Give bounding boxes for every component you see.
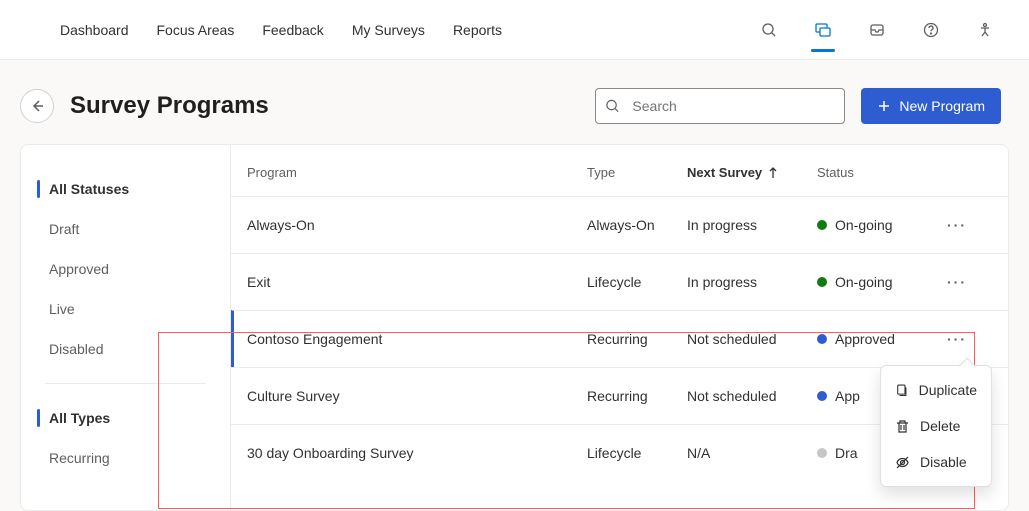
eye-off-icon xyxy=(895,455,910,470)
page-title: Survey Programs xyxy=(70,92,269,120)
sidebar-item-draft[interactable]: Draft xyxy=(21,209,230,249)
status-dot-icon xyxy=(817,277,827,287)
nav-link-reports[interactable]: Reports xyxy=(453,22,502,38)
search-input[interactable] xyxy=(595,88,845,124)
accessibility-icon xyxy=(977,22,993,38)
content: Program Type Next Survey Status Always-O… xyxy=(230,144,1009,511)
nav-link-dashboard[interactable]: Dashboard xyxy=(60,22,129,38)
row-actions-button[interactable]: ··· xyxy=(947,331,967,347)
cell-next: N/A xyxy=(687,445,817,461)
cell-next: Not scheduled xyxy=(687,331,817,347)
sidebar-item-recurring[interactable]: Recurring xyxy=(21,438,230,478)
status-label: On-going xyxy=(835,274,893,290)
cell-status: On-going xyxy=(817,274,937,290)
cell-type: Recurring xyxy=(587,331,687,347)
table-row[interactable]: ExitLifecycleIn progress On-going ··· xyxy=(231,253,1008,310)
column-type[interactable]: Type xyxy=(587,165,687,180)
top-nav: Dashboard Focus Areas Feedback My Survey… xyxy=(0,0,1029,60)
inbox-icon xyxy=(869,22,885,38)
column-next-survey[interactable]: Next Survey xyxy=(687,165,817,180)
status-dot-icon xyxy=(817,334,827,344)
menu-item-disable[interactable]: Disable xyxy=(881,444,991,480)
status-dot-icon xyxy=(817,220,827,230)
nav-links: Dashboard Focus Areas Feedback My Survey… xyxy=(60,22,502,38)
status-dot-icon xyxy=(817,448,827,458)
menu-item-duplicate[interactable]: Duplicate xyxy=(881,372,991,408)
cell-program: Exit xyxy=(247,274,587,290)
status-label: On-going xyxy=(835,217,893,233)
sidebar-group-statuses: All Statuses Draft Approved Live Disable… xyxy=(21,169,230,369)
sort-asc-icon xyxy=(768,167,778,179)
table-row[interactable]: Always-OnAlways-OnIn progressOn-going··· xyxy=(231,196,1008,253)
status-label: Approved xyxy=(835,331,895,347)
plus-icon xyxy=(877,99,891,113)
cell-next: Not scheduled xyxy=(687,388,817,404)
nav-help-button[interactable] xyxy=(915,10,947,50)
nav-link-focus-areas[interactable]: Focus Areas xyxy=(157,22,235,38)
cell-program: Contoso Engagement xyxy=(247,331,587,347)
nav-search-button[interactable] xyxy=(753,10,785,50)
cell-program: Always-On xyxy=(247,217,587,233)
new-program-button[interactable]: New Program xyxy=(861,88,1001,124)
main: All Statuses Draft Approved Live Disable… xyxy=(0,144,1029,511)
back-button[interactable] xyxy=(20,89,54,123)
menu-item-label: Disable xyxy=(920,454,967,470)
row-actions-button[interactable]: ··· xyxy=(947,274,967,290)
new-program-label: New Program xyxy=(899,98,985,114)
row-actions-menu: Duplicate Delete Disable xyxy=(880,365,992,487)
nav-inbox-button[interactable] xyxy=(861,10,893,50)
status-label: Dra xyxy=(835,445,858,461)
nav-link-my-surveys[interactable]: My Surveys xyxy=(352,22,425,38)
row-actions-button[interactable]: ··· xyxy=(947,217,967,233)
search-icon xyxy=(761,22,777,38)
table-row[interactable]: Contoso EngagementRecurringNot scheduled… xyxy=(231,310,1008,367)
help-icon xyxy=(923,22,939,38)
cell-type: Lifecycle xyxy=(587,445,687,461)
cell-program: Culture Survey xyxy=(247,388,587,404)
sidebar-divider xyxy=(45,383,206,384)
column-next-label: Next Survey xyxy=(687,165,762,180)
cell-status: Approved xyxy=(817,331,937,347)
status-dot-icon xyxy=(817,391,827,401)
cards-icon xyxy=(814,21,832,39)
menu-item-label: Delete xyxy=(920,418,960,434)
header-left: Survey Programs xyxy=(20,89,269,123)
menu-item-label: Duplicate xyxy=(919,382,977,398)
cell-status: On-going xyxy=(817,217,937,233)
page-header: Survey Programs New Program xyxy=(0,60,1029,144)
table-header: Program Type Next Survey Status xyxy=(231,145,1008,196)
sidebar-item-all-statuses[interactable]: All Statuses xyxy=(21,169,230,209)
header-right: New Program xyxy=(595,88,1001,124)
cell-actions: ··· xyxy=(937,274,977,290)
column-program[interactable]: Program xyxy=(247,165,587,180)
cell-program: 30 day Onboarding Survey xyxy=(247,445,587,461)
sidebar-group-types: All Types Recurring xyxy=(21,398,230,478)
cell-actions: ··· xyxy=(937,331,977,347)
trash-icon xyxy=(895,419,910,434)
sidebar-item-approved[interactable]: Approved xyxy=(21,249,230,289)
cell-type: Lifecycle xyxy=(587,274,687,290)
cell-next: In progress xyxy=(687,217,817,233)
nav-accessibility-button[interactable] xyxy=(969,10,1001,50)
cell-type: Always-On xyxy=(587,217,687,233)
sidebar-item-disabled[interactable]: Disabled xyxy=(21,329,230,369)
search-wrap xyxy=(595,88,845,124)
menu-item-delete[interactable]: Delete xyxy=(881,408,991,444)
sidebar-item-live[interactable]: Live xyxy=(21,289,230,329)
nav-link-feedback[interactable]: Feedback xyxy=(262,22,323,38)
nav-icons xyxy=(753,10,1001,50)
back-arrow-icon xyxy=(30,99,44,113)
status-label: App xyxy=(835,388,860,404)
search-icon xyxy=(605,99,620,114)
cell-next: In progress xyxy=(687,274,817,290)
copy-icon xyxy=(895,383,909,398)
cell-actions: ··· xyxy=(937,217,977,233)
nav-cards-button[interactable] xyxy=(807,10,839,50)
sidebar-item-all-types[interactable]: All Types xyxy=(21,398,230,438)
column-status[interactable]: Status xyxy=(817,165,937,180)
cell-type: Recurring xyxy=(587,388,687,404)
sidebar: All Statuses Draft Approved Live Disable… xyxy=(20,144,230,511)
